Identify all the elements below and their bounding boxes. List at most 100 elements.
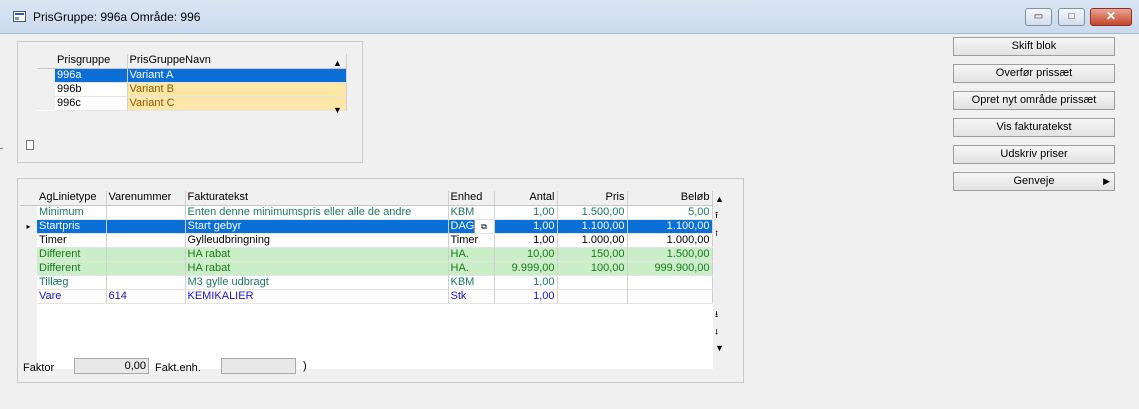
- cell-enhed[interactable]: Timer: [448, 233, 495, 248]
- faktenh-field[interactable]: [221, 358, 296, 374]
- opret-nyt-omrade-button[interactable]: Opret nyt område prissæt: [953, 91, 1115, 110]
- scroll-up-icon[interactable]: ▲: [715, 194, 724, 204]
- minimize-button[interactable]: ▭: [1025, 8, 1052, 26]
- cell-varenr[interactable]: [106, 247, 186, 262]
- col-header-pris[interactable]: Pris: [557, 191, 628, 206]
- col-header-enhed[interactable]: Enhed: [448, 191, 495, 206]
- price-group-panel: Prisgruppe PrisGruppeNavn 996a Variant A…: [17, 41, 363, 163]
- table-row[interactable]: 996a Variant A: [37, 68, 347, 83]
- cell-enhed[interactable]: HA.: [448, 261, 495, 276]
- cell-belob[interactable]: 1.100,00: [627, 219, 713, 234]
- cell-type[interactable]: Timer: [37, 233, 107, 248]
- cell-varenr[interactable]: [106, 219, 186, 234]
- close-button[interactable]: ✕: [1090, 8, 1132, 26]
- cell-antal[interactable]: 1,00: [494, 275, 558, 290]
- cell-varenr[interactable]: [106, 233, 186, 248]
- scroll-down-icon[interactable]: ▼: [333, 105, 342, 115]
- cell-tekst[interactable]: KEMIKALIER: [185, 289, 449, 304]
- cell-belob[interactable]: [627, 289, 713, 304]
- left-edge-mark: [0, 148, 3, 149]
- genveje-button[interactable]: Genveje ▶: [953, 172, 1115, 191]
- cell-pris[interactable]: 1.500,00: [557, 205, 628, 220]
- scroll-down-icon[interactable]: ▼: [715, 343, 724, 353]
- maximize-button[interactable]: □: [1058, 8, 1085, 26]
- scroll-first-icon[interactable]: ⭱: [715, 210, 718, 220]
- dropdown-icon[interactable]: ⧉: [473, 219, 493, 232]
- price-group-grid[interactable]: Prisgruppe PrisGruppeNavn 996a Variant A…: [37, 54, 347, 111]
- col-header-belob[interactable]: Beløb: [627, 191, 713, 206]
- cell-enhed[interactable]: KBM: [448, 205, 495, 220]
- cell-pris[interactable]: [557, 275, 628, 290]
- cell-tekst[interactable]: Gylleudbringning: [185, 233, 449, 248]
- cell-belob[interactable]: [627, 275, 713, 290]
- cell-antal[interactable]: 1,00: [494, 289, 558, 304]
- cell-enhed[interactable]: HA.: [448, 247, 495, 262]
- table-row[interactable]: 996b Variant B: [37, 82, 347, 97]
- scroll-up-icon[interactable]: ▲: [333, 58, 342, 68]
- cell-pris[interactable]: 100,00: [557, 261, 628, 276]
- cell-pris[interactable]: 1.100,00: [557, 219, 628, 234]
- price-lines-grid[interactable]: AgLinietype Varenummer Fakturatekst Enhe…: [20, 191, 713, 369]
- cell-type[interactable]: Tillæg: [37, 275, 107, 290]
- col-header-varenummer[interactable]: Varenummer: [106, 191, 186, 206]
- skift-blok-button[interactable]: Skift blok: [953, 37, 1115, 56]
- cell-prisgruppe[interactable]: 996c: [55, 96, 128, 111]
- cell-belob[interactable]: 5,00: [627, 205, 713, 220]
- cell-antal[interactable]: 1,00: [494, 219, 558, 234]
- table-row[interactable]: Timer Gylleudbringning Timer 1,00 1.000,…: [20, 233, 713, 248]
- cell-varenr[interactable]: 614: [106, 289, 186, 304]
- cell-prisgruppenavn[interactable]: Variant A: [127, 68, 347, 83]
- cell-tekst[interactable]: M3 gylle udbragt: [185, 275, 449, 290]
- cell-prisgruppenavn[interactable]: Variant C: [127, 96, 347, 111]
- col-header-aglinietype[interactable]: AgLinietype: [37, 191, 107, 206]
- cell-antal[interactable]: 9.999,00: [494, 261, 558, 276]
- cell-pris[interactable]: 150,00: [557, 247, 628, 262]
- cell-pris[interactable]: 1.000,00: [557, 233, 628, 248]
- faktor-field[interactable]: 0,00: [74, 358, 149, 374]
- col-header-prisgruppe[interactable]: Prisgruppe: [55, 54, 128, 69]
- cell-varenr[interactable]: [106, 261, 186, 276]
- cell-tekst[interactable]: HA rabat: [185, 261, 449, 276]
- table-row[interactable]: Minimum Enten denne minimumspris eller a…: [20, 205, 713, 220]
- cell-belob[interactable]: 999.900,00: [627, 261, 713, 276]
- cell-prisgruppe[interactable]: 996b: [55, 82, 128, 97]
- table-row[interactable]: Different HA rabat HA. 10,00 150,00 1.50…: [20, 247, 713, 262]
- col-header-fakturatekst[interactable]: Fakturatekst: [185, 191, 449, 206]
- cell-varenr[interactable]: [106, 275, 186, 290]
- cell-enhed[interactable]: KBM: [448, 275, 495, 290]
- col-header-antal[interactable]: Antal: [494, 191, 558, 206]
- vis-fakturatekst-button[interactable]: Vis fakturatekst: [953, 118, 1115, 137]
- table-row[interactable]: 996c Variant C: [37, 96, 347, 111]
- cell-prisgruppenavn[interactable]: Variant B: [127, 82, 347, 97]
- cell-type[interactable]: Different: [37, 261, 107, 276]
- scroll-prev-icon[interactable]: ⭫: [715, 228, 718, 238]
- cell-tekst[interactable]: Enten denne minimumspris eller alle de a…: [185, 205, 449, 220]
- table-row[interactable]: ▸ Startpris Start gebyr DAG ⧉ 1,00 1.100…: [20, 219, 713, 234]
- udskriv-priser-button[interactable]: Udskriv priser: [953, 145, 1115, 164]
- cell-varenr[interactable]: [106, 205, 186, 220]
- cell-tekst[interactable]: HA rabat: [185, 247, 449, 262]
- cell-type[interactable]: Startpris: [37, 219, 107, 234]
- cell-enhed-edit[interactable]: DAG ⧉: [448, 219, 495, 234]
- cell-type[interactable]: Vare: [37, 289, 107, 304]
- cell-type[interactable]: Different: [37, 247, 107, 262]
- cell-belob[interactable]: 1.000,00: [627, 233, 713, 248]
- cell-antal[interactable]: 1,00: [494, 233, 558, 248]
- cell-belob[interactable]: 1.500,00: [627, 247, 713, 262]
- col-header-prisgruppenavn[interactable]: PrisGruppeNavn: [127, 54, 347, 69]
- cell-pris[interactable]: [557, 289, 628, 304]
- cell-antal[interactable]: 1,00: [494, 205, 558, 220]
- scroll-last-icon[interactable]: ⭳: [715, 309, 718, 319]
- table-row[interactable]: Tillæg M3 gylle udbragt KBM 1,00: [20, 275, 713, 290]
- cell-enhed[interactable]: DAG: [451, 220, 475, 232]
- cell-enhed[interactable]: Stk: [448, 289, 495, 304]
- document-icon[interactable]: [26, 140, 34, 150]
- table-row[interactable]: Different HA rabat HA. 9.999,00 100,00 9…: [20, 261, 713, 276]
- scroll-next-icon[interactable]: ⭭: [715, 327, 718, 337]
- table-row[interactable]: Vare 614 KEMIKALIER Stk 1,00: [20, 289, 713, 304]
- cell-tekst[interactable]: Start gebyr: [185, 219, 449, 234]
- cell-antal[interactable]: 10,00: [494, 247, 558, 262]
- cell-type[interactable]: Minimum: [37, 205, 107, 220]
- cell-prisgruppe[interactable]: 996a: [55, 68, 128, 83]
- overfor-prisset-button[interactable]: Overfør prissæt: [953, 64, 1115, 83]
